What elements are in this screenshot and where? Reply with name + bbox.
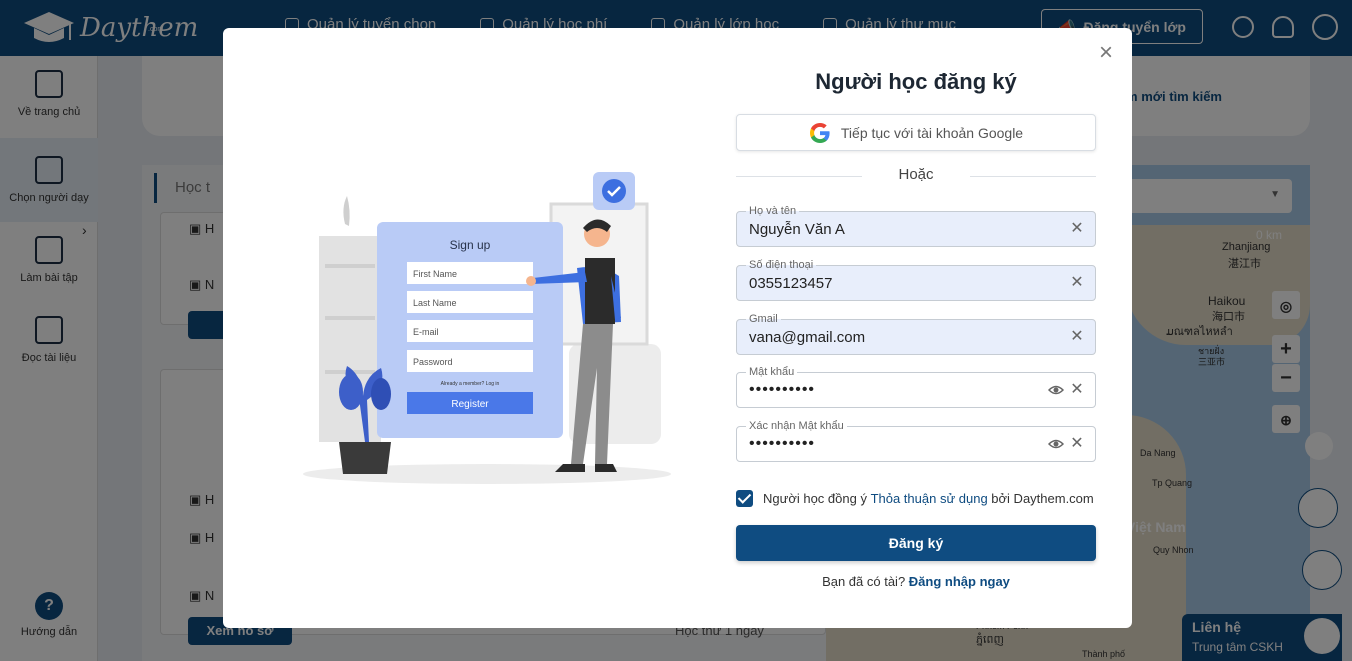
register-button[interactable]: Đăng ký bbox=[736, 525, 1096, 561]
fullname-label: Họ và tên bbox=[746, 204, 800, 218]
terms-prefix: Người học đồng ý bbox=[763, 491, 871, 506]
email-label: Gmail bbox=[746, 312, 781, 326]
terms-link[interactable]: Thỏa thuận sử dụng bbox=[871, 491, 988, 506]
illus-field: Password bbox=[413, 357, 453, 367]
illus-member-text: Already a member? Log in bbox=[441, 381, 500, 387]
confirm-password-value: •••••••••• bbox=[749, 435, 816, 452]
illus-field: First Name bbox=[413, 269, 457, 279]
signup-illustration: Sign up First Name Last Name E-mail Pass… bbox=[303, 172, 671, 484]
email-field[interactable]: Gmail vana@gmail.com ✕ bbox=[736, 312, 1096, 355]
google-signin-button[interactable]: Tiếp tục với tài khoản Google bbox=[736, 114, 1096, 151]
clear-icon[interactable]: ✕ bbox=[1068, 328, 1086, 346]
illus-register: Register bbox=[451, 399, 489, 410]
fullname-field[interactable]: Họ và tên Nguyễn Văn A ✕ bbox=[736, 204, 1096, 247]
clear-icon[interactable]: ✕ bbox=[1068, 381, 1086, 399]
login-prompt: Bạn đã có tài? bbox=[822, 574, 909, 589]
eye-icon[interactable] bbox=[1048, 437, 1064, 451]
eye-icon[interactable] bbox=[1048, 383, 1064, 397]
phone-value: 0355123457 bbox=[749, 275, 833, 292]
login-link[interactable]: Đăng nhập ngay bbox=[909, 574, 1010, 589]
clear-icon[interactable]: ✕ bbox=[1068, 220, 1086, 238]
login-prompt-row: Bạn đã có tài? Đăng nhập ngay bbox=[736, 574, 1096, 589]
confirm-password-label: Xác nhận Mật khẩu bbox=[746, 419, 847, 433]
divider-line bbox=[970, 176, 1096, 177]
google-icon bbox=[809, 122, 830, 143]
confirm-password-field[interactable]: Xác nhận Mật khẩu •••••••••• ✕ bbox=[736, 419, 1096, 462]
clear-icon[interactable]: ✕ bbox=[1068, 435, 1086, 453]
phone-field[interactable]: Số điện thoại 0355123457 ✕ bbox=[736, 258, 1096, 301]
clear-icon[interactable]: ✕ bbox=[1068, 274, 1086, 292]
phone-label: Số điện thoại bbox=[746, 258, 817, 272]
password-label: Mật khẩu bbox=[746, 365, 798, 379]
terms-agreement: Người học đồng ý Thỏa thuận sử dụng bởi … bbox=[736, 490, 1096, 507]
password-value: •••••••••• bbox=[749, 381, 816, 398]
close-icon[interactable]: × bbox=[1096, 41, 1116, 65]
signup-modal: × Sign up First Name Last Name E-mail Pa… bbox=[223, 28, 1132, 628]
or-text: Hoặc bbox=[898, 166, 934, 183]
password-field[interactable]: Mật khẩu •••••••••• ✕ bbox=[736, 365, 1096, 408]
illus-title: Sign up bbox=[450, 238, 491, 252]
or-divider: Hoặc bbox=[736, 166, 1096, 186]
terms-suffix: bởi Daythem.com bbox=[987, 491, 1094, 506]
google-signin-label: Tiếp tục với tài khoản Google bbox=[840, 124, 1024, 141]
email-value: vana@gmail.com bbox=[749, 329, 866, 346]
illus-field: E-mail bbox=[413, 327, 439, 337]
terms-checkbox[interactable] bbox=[736, 490, 753, 507]
illus-field: Last Name bbox=[413, 298, 457, 308]
fullname-value: Nguyễn Văn A bbox=[749, 221, 845, 238]
modal-title: Người học đăng ký bbox=[815, 69, 1017, 94]
